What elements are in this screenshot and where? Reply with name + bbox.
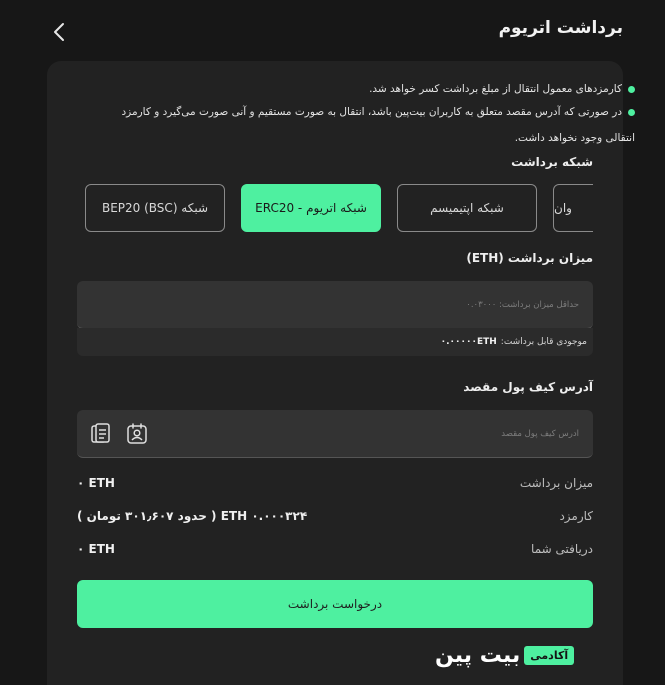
- network-option-erc20[interactable]: شبکه اتریوم - ERC20: [241, 184, 381, 232]
- chevron-left-icon: [54, 23, 64, 41]
- summary-row-amount: میزان برداشت ۰ ETH: [77, 476, 593, 494]
- summary-row-received: دریافتی شما ۰ ETH: [77, 542, 593, 560]
- balance-label: موجودی قابل برداشت:: [500, 337, 587, 347]
- info-note-text: در صورتی که آدرس مقصد متعلق به کاربران ب…: [121, 106, 636, 144]
- balance-bar: موجودی قابل برداشت: ۰.۰۰۰۰۰ETH: [77, 328, 593, 356]
- address-field: [77, 410, 593, 458]
- submit-withdraw-button[interactable]: درخواست برداشت: [77, 580, 593, 628]
- address-input[interactable]: [77, 410, 593, 457]
- brand-logo: بیت پین آکادمی: [435, 642, 575, 668]
- network-label: شبکه برداشت: [511, 155, 593, 169]
- summary-label: کارمزد: [559, 509, 593, 523]
- address-actions: [89, 421, 149, 447]
- summary-label: میزان برداشت: [519, 476, 593, 490]
- summary-value: ۰ ETH: [77, 476, 115, 490]
- info-note-internal-transfer: در صورتی که آدرس مقصد متعلق به کاربران ب…: [110, 99, 635, 151]
- contact-book-icon[interactable]: [125, 421, 149, 447]
- amount-field: [77, 281, 593, 329]
- network-option-partial[interactable]: وان: [553, 184, 593, 232]
- back-button[interactable]: [46, 18, 72, 46]
- top-bar: برداشت اتریوم: [0, 0, 665, 62]
- address-label: آدرس کیف پول مقصد: [463, 380, 593, 394]
- bullet-dot-icon: [628, 85, 635, 93]
- brand-name: بیت پین: [435, 642, 521, 668]
- info-note-text: کارمزدهای معمول انتقال از مبلغ برداشت کس…: [369, 83, 622, 95]
- network-selector: شبکه (BEP20 (BSC شبکه اتریوم - ERC20 شبک…: [77, 180, 593, 236]
- summary-row-fee: کارمزد ۰.۰۰۰۳۲۴ ETH ( حدود ۳۰۱٫۶۰۷ تومان…: [77, 509, 593, 527]
- paste-clipboard-icon[interactable]: [89, 421, 113, 447]
- amount-input[interactable]: [77, 281, 593, 328]
- balance-value: ۰.۰۰۰۰۰ETH: [440, 337, 497, 347]
- summary-value: ۰.۰۰۰۳۲۴ ETH ( حدود ۳۰۱٫۶۰۷ تومان ): [77, 509, 308, 523]
- bullet-dot-icon: [628, 108, 635, 116]
- summary-label: دریافتی شما: [531, 542, 593, 556]
- summary-value: ۰ ETH: [77, 542, 115, 556]
- brand-tag: آکادمی: [524, 645, 575, 665]
- amount-label: میزان برداشت (ETH): [466, 251, 593, 265]
- page-title: برداشت اتریوم: [498, 18, 623, 38]
- network-option-bep20[interactable]: شبکه (BEP20 (BSC: [85, 184, 225, 232]
- network-option-optimism[interactable]: شبکه اپتیمیسم: [397, 184, 537, 232]
